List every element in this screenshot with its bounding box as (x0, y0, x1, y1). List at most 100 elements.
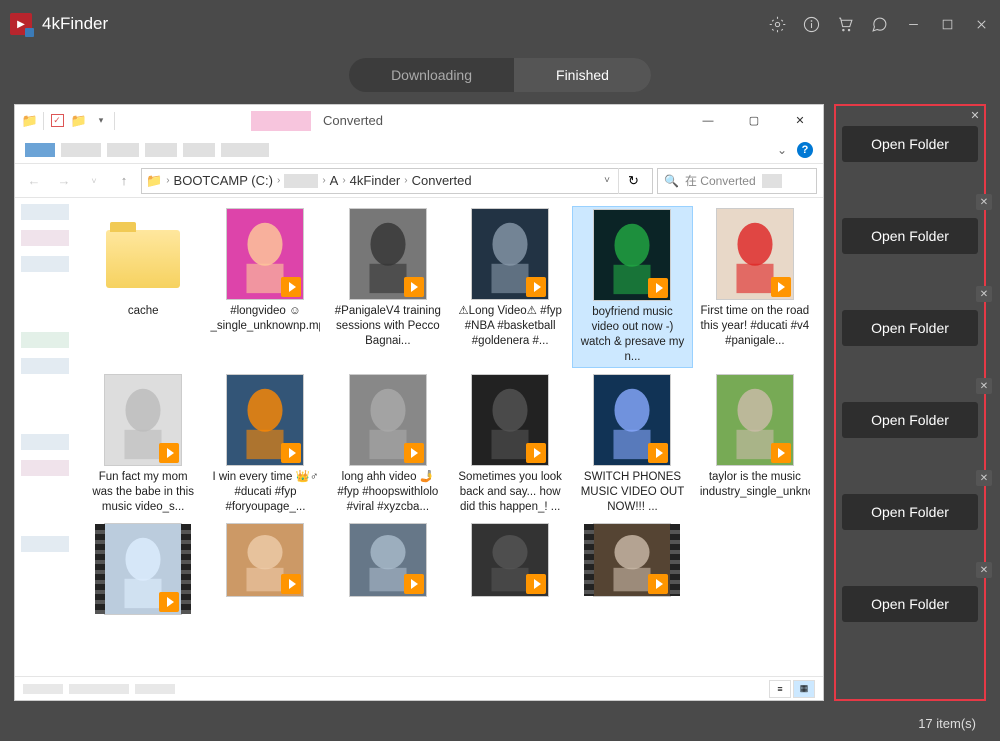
side-row: ✕Open Folder (836, 572, 984, 622)
back-button[interactable]: ← (21, 168, 47, 194)
file-item[interactable] (328, 521, 448, 621)
play-overlay-icon (159, 443, 179, 463)
file-item[interactable]: #PanigaleV4 training sessions with Pecco… (328, 206, 448, 368)
file-item[interactable]: #longvideo ☺_single_unknownp.mp4 (205, 206, 325, 368)
explorer-close-button[interactable]: ✕ (777, 105, 823, 136)
explorer-titlebar: 📁 ✓ 📁 ▾ Converted — ▢ ✕ (15, 105, 823, 136)
up-button[interactable]: ↑ (111, 168, 137, 194)
row-close-icon[interactable]: ✕ (976, 562, 992, 578)
breadcrumb-segment[interactable]: 4kFinder (350, 173, 401, 188)
tab-finished[interactable]: Finished (514, 58, 651, 92)
chevron-right-icon: › (320, 175, 327, 186)
play-overlay-icon (404, 574, 424, 594)
file-item[interactable] (450, 521, 570, 621)
window-title: Converted (311, 113, 685, 128)
recent-dropdown[interactable]: ˅ (81, 168, 107, 194)
tab-downloading[interactable]: Downloading (349, 58, 514, 92)
file-item[interactable]: ⚠Long Video⚠ #fyp #NBA #basketball #gold… (450, 206, 570, 368)
side-row: Open Folder (836, 112, 984, 162)
app-title: 4kFinder (42, 14, 108, 34)
details-view-button[interactable]: ≡ (769, 680, 791, 698)
file-item[interactable] (205, 521, 325, 621)
open-folder-button[interactable]: Open Folder (842, 586, 978, 622)
side-row: ✕Open Folder (836, 480, 984, 530)
play-overlay-icon (648, 278, 668, 298)
chevron-down-icon[interactable]: ⌄ (777, 143, 787, 157)
row-close-icon[interactable]: ✕ (976, 378, 992, 394)
explorer-maximize-button[interactable]: ▢ (731, 105, 777, 136)
open-folder-button[interactable]: Open Folder (842, 494, 978, 530)
thumbnail (593, 523, 671, 597)
chat-icon[interactable] (870, 15, 888, 33)
refresh-button[interactable]: ↻ (618, 168, 648, 194)
thumbnail (349, 374, 427, 466)
help-icon[interactable]: ? (797, 142, 813, 158)
tabs-container: Downloading Finished (0, 58, 1000, 92)
thumbnail (471, 523, 549, 597)
row-close-icon[interactable]: ✕ (976, 470, 992, 486)
settings-icon[interactable] (768, 15, 786, 33)
close-icon[interactable] (972, 15, 990, 33)
file-item[interactable] (572, 521, 692, 621)
folder-item[interactable]: cache (83, 206, 203, 368)
folder-icon[interactable]: 📁 (70, 112, 88, 130)
play-overlay-icon (404, 277, 424, 297)
play-overlay-icon (526, 443, 546, 463)
open-folder-button[interactable]: Open Folder (842, 310, 978, 346)
minimize-icon[interactable] (904, 15, 922, 33)
file-explorer-window: 📁 ✓ 📁 ▾ Converted — ▢ ✕ (14, 104, 824, 701)
info-icon[interactable] (802, 15, 820, 33)
file-label: Sometimes you look back and say... how d… (455, 470, 565, 515)
row-close-icon[interactable]: ✕ (976, 194, 992, 210)
file-label: Fun fact my mom was the babe in this mus… (88, 470, 198, 515)
open-folder-button[interactable]: Open Folder (842, 218, 978, 254)
redacted-block (251, 111, 311, 131)
ribbon: ⌄ ? (15, 136, 823, 164)
breadcrumb-segment[interactable]: A (330, 173, 339, 188)
cart-icon[interactable] (836, 15, 854, 33)
file-item[interactable]: Fun fact my mom was the babe in this mus… (83, 372, 203, 517)
breadcrumb-segment[interactable]: BOOTCAMP (C:) (174, 173, 273, 188)
file-label: SWITCH PHONES MUSIC VIDEO OUT NOW!!! ... (577, 470, 687, 515)
open-folder-button[interactable]: Open Folder (842, 126, 978, 162)
search-input[interactable]: 🔍 在 Converted (657, 168, 817, 194)
folder-icon[interactable]: 📁 (21, 112, 39, 130)
file-item[interactable]: I win every time 👑♂ #ducati #fyp #foryou… (205, 372, 325, 517)
play-overlay-icon (159, 592, 179, 612)
file-label: boyfriend music video out now -) watch &… (577, 305, 687, 365)
thumbnail (226, 208, 304, 300)
play-overlay-icon (771, 443, 791, 463)
file-item[interactable] (83, 521, 203, 621)
file-item[interactable]: long ahh video 🤳 #fyp #hoopswithlolo #vi… (328, 372, 448, 517)
thumbnail (226, 374, 304, 466)
row-close-icon[interactable]: ✕ (976, 286, 992, 302)
select-checkbox-icon[interactable]: ✓ (48, 112, 66, 130)
maximize-icon[interactable] (938, 15, 956, 33)
address-bar[interactable]: 📁 › BOOTCAMP (C:) › › A › 4kFinder › Con… (141, 168, 653, 194)
forward-button[interactable]: → (51, 168, 77, 194)
thumbnail (716, 208, 794, 300)
file-item[interactable]: boyfriend music video out now -) watch &… (572, 206, 692, 368)
search-icon: 🔍 (664, 174, 679, 188)
folder-icon: 📁 (146, 173, 162, 189)
file-item[interactable]: First time on the road this year! #ducat… (695, 206, 815, 368)
icons-view-button[interactable]: ▦ (793, 680, 815, 698)
open-folder-button[interactable]: Open Folder (842, 402, 978, 438)
file-item[interactable]: taylor is the music industry_single_unkn… (695, 372, 815, 517)
side-row: ✕Open Folder (836, 388, 984, 438)
app-header: 4kFinder (0, 0, 1000, 48)
redacted-block (284, 174, 318, 188)
file-item[interactable]: Sometimes you look back and say... how d… (450, 372, 570, 517)
side-row: ✕Open Folder (836, 296, 984, 346)
chevron-right-icon: › (402, 175, 409, 186)
chevron-down-icon[interactable]: ˅ (598, 175, 616, 186)
chevron-down-icon[interactable]: ▾ (92, 112, 110, 130)
breadcrumb-segment[interactable]: Converted (412, 173, 472, 188)
play-overlay-icon (404, 443, 424, 463)
file-label: #PanigaleV4 training sessions with Pecco… (333, 304, 443, 349)
chevron-right-icon: › (340, 175, 347, 186)
explorer-minimize-button[interactable]: — (685, 105, 731, 136)
file-item[interactable]: SWITCH PHONES MUSIC VIDEO OUT NOW!!! ... (572, 372, 692, 517)
play-overlay-icon (526, 277, 546, 297)
play-overlay-icon (281, 277, 301, 297)
